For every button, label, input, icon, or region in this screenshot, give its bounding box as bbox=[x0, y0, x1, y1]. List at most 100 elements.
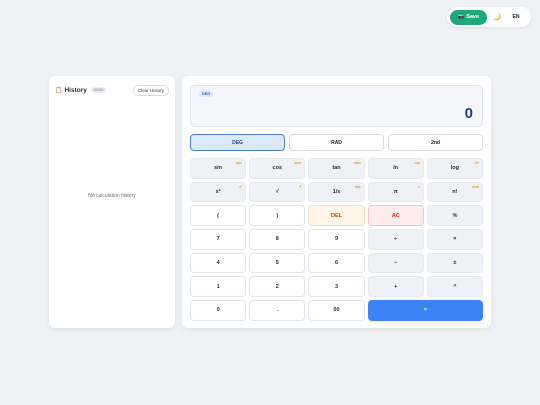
key-label: cos bbox=[272, 165, 283, 172]
key-secondary-label: e bbox=[418, 184, 420, 189]
key-close-paren-button[interactable]: ) bbox=[249, 205, 306, 227]
key-sin-button[interactable]: sin asin bbox=[190, 158, 247, 179]
rad-mode-button[interactable]: RAD bbox=[289, 134, 384, 151]
key-label: tan bbox=[332, 165, 341, 172]
key-label: ÷ bbox=[394, 236, 398, 243]
history-header: 📋 History 0/100 Clear History bbox=[55, 84, 169, 96]
key-label: × bbox=[453, 236, 457, 243]
display-value: 0 bbox=[464, 105, 473, 122]
key-label: x² bbox=[215, 189, 221, 196]
key-label: . bbox=[276, 307, 279, 314]
key-label: ln bbox=[393, 165, 399, 172]
key-ln-button[interactable]: ln exp bbox=[367, 158, 424, 179]
key-factorial-button[interactable]: n! mod bbox=[426, 181, 483, 203]
moon-icon[interactable]: 🌙 bbox=[487, 13, 507, 21]
key-decimal-button[interactable]: . bbox=[249, 300, 306, 321]
key-divide-button[interactable]: ÷ bbox=[367, 229, 424, 250]
key-label: 0 bbox=[216, 307, 220, 314]
key-label: − bbox=[394, 260, 398, 267]
key-multiply-button[interactable]: × bbox=[426, 229, 483, 250]
key-secondary-label: ∛ bbox=[299, 184, 302, 189]
key-pi-button[interactable]: πe bbox=[367, 181, 424, 203]
key-label: 8 bbox=[275, 236, 279, 243]
key-log-button[interactable]: log 10ˣ bbox=[426, 158, 483, 179]
key-label: √ bbox=[275, 189, 279, 196]
key-6-button[interactable]: 6 bbox=[308, 252, 365, 274]
key-secondary-label: exp bbox=[414, 161, 420, 165]
key-5-button[interactable]: 5 bbox=[249, 252, 306, 274]
key-label: 6 bbox=[334, 260, 339, 267]
key-subtract-button[interactable]: − bbox=[367, 252, 424, 274]
key-label: + bbox=[394, 283, 398, 290]
key-label: 9 bbox=[334, 236, 339, 243]
key-reciprocal-button[interactable]: 1/x abs bbox=[308, 181, 365, 203]
key-1-button[interactable]: 1 bbox=[190, 276, 247, 298]
calculator-panel: DEG 0 DEG RAD 2nd sin asin cos acos tan atan l… bbox=[182, 76, 491, 328]
key-8-button[interactable]: 8 bbox=[249, 229, 306, 250]
key-00-button[interactable]: 00 bbox=[308, 300, 365, 321]
key-label: ± bbox=[453, 260, 457, 267]
key-2-button[interactable]: 2 bbox=[249, 276, 306, 298]
key-label: 7 bbox=[216, 236, 220, 243]
key-label: DEL bbox=[330, 212, 342, 219]
key-label: 00 bbox=[333, 307, 340, 314]
key-label: % bbox=[452, 212, 458, 219]
mode-buttons: DEG RAD 2nd bbox=[190, 134, 483, 151]
key-plus-minus-button[interactable]: ± bbox=[426, 252, 483, 274]
key-secondary-label: x³ bbox=[239, 184, 243, 189]
camera-icon: 📷 bbox=[457, 14, 465, 20]
history-count-badge: 0/100 bbox=[90, 87, 107, 93]
angle-mode-badge: DEG bbox=[199, 91, 214, 97]
key-secondary-label: 10ˣ bbox=[474, 161, 479, 165]
keypad: sin asin cos acos tan atan ln exp log 10ˣ x² x³ √ ∛ 1/… bbox=[190, 158, 483, 321]
key-tan-button[interactable]: tan atan bbox=[308, 158, 365, 179]
key-power-button[interactable]: ^ bbox=[426, 276, 483, 298]
key-secondary-label: abs bbox=[355, 184, 361, 189]
key-secondary-label: asin bbox=[235, 161, 243, 165]
key-sqrt-button[interactable]: √ ∛ bbox=[249, 181, 306, 203]
key-0-button[interactable]: 0 bbox=[190, 300, 247, 321]
key-label: sin bbox=[214, 165, 223, 172]
key-equals-button[interactable]: = bbox=[367, 300, 483, 321]
key-label: ) bbox=[276, 212, 279, 219]
key-label: 1 bbox=[216, 283, 220, 290]
key-secondary-label: mod bbox=[472, 184, 479, 189]
top-toolbar: 📷 Save 🌙 EN bbox=[447, 7, 531, 27]
key-open-paren-button[interactable]: ( bbox=[190, 205, 247, 227]
second-function-button[interactable]: 2nd bbox=[388, 134, 483, 151]
key-label: ( bbox=[217, 212, 220, 219]
history-title: History bbox=[64, 86, 87, 94]
key-4-button[interactable]: 4 bbox=[190, 252, 247, 274]
save-label: Save bbox=[466, 14, 480, 20]
history-panel: 📋 History 0/100 Clear History No calcula… bbox=[49, 76, 175, 328]
key-delete-button[interactable]: DEL bbox=[308, 205, 365, 227]
key-all-clear-button[interactable]: AC bbox=[367, 205, 424, 227]
key-7-button[interactable]: 7 bbox=[190, 229, 247, 250]
clipboard-icon: 📋 bbox=[55, 87, 63, 94]
deg-mode-button[interactable]: DEG bbox=[190, 134, 285, 151]
key-label: ^ bbox=[453, 283, 457, 290]
key-secondary-label: acos bbox=[294, 161, 302, 165]
key-cos-button[interactable]: cos acos bbox=[249, 158, 306, 179]
key-secondary-label: atan bbox=[354, 161, 361, 165]
calculator-display: DEG 0 bbox=[190, 85, 483, 127]
key-percent-button[interactable]: % bbox=[426, 205, 483, 227]
key-label: n! bbox=[452, 189, 458, 196]
key-label: log bbox=[450, 165, 460, 172]
key-label: 3 bbox=[334, 283, 339, 290]
key-add-button[interactable]: + bbox=[367, 276, 424, 298]
key-3-button[interactable]: 3 bbox=[308, 276, 365, 298]
key-label: 2 bbox=[275, 283, 279, 290]
key-label: 5 bbox=[275, 260, 279, 267]
language-button[interactable]: EN bbox=[507, 14, 525, 20]
clear-history-button[interactable]: Clear History bbox=[132, 84, 169, 96]
key-label: 4 bbox=[216, 260, 220, 267]
key-label: = bbox=[423, 307, 427, 314]
key-9-button[interactable]: 9 bbox=[308, 229, 365, 250]
key-label: π bbox=[393, 189, 398, 196]
key-square-button[interactable]: x² x³ bbox=[190, 181, 247, 203]
key-label: AC bbox=[391, 212, 400, 219]
history-empty-text: No calculation history bbox=[88, 193, 136, 199]
save-button[interactable]: 📷 Save bbox=[450, 9, 487, 25]
key-label: 1/x bbox=[332, 189, 341, 196]
